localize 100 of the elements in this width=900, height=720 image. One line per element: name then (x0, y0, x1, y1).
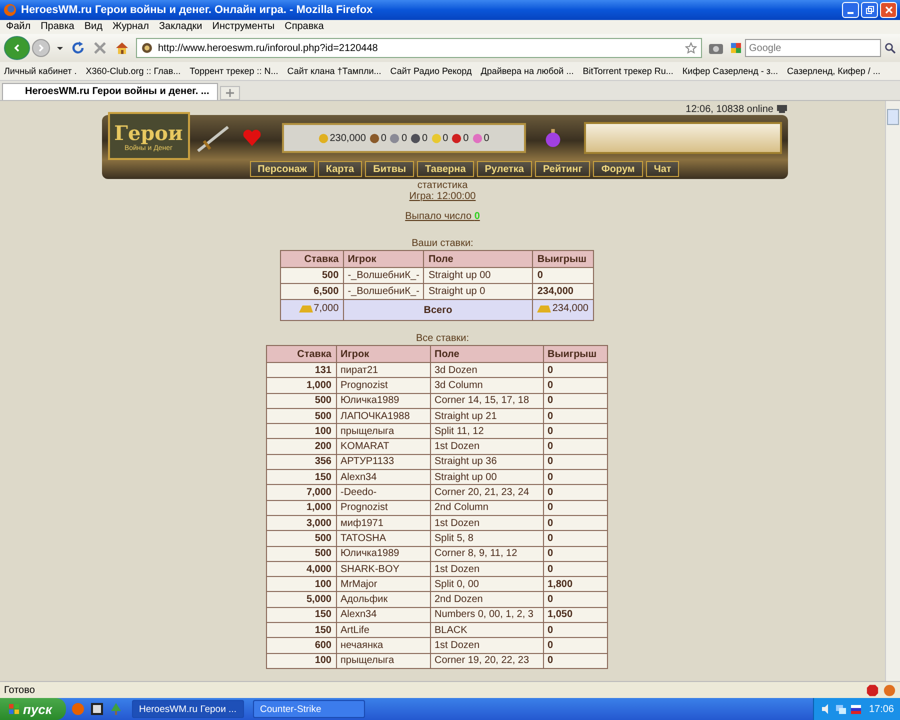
table-cell: прыщелыга (336, 653, 430, 668)
total-win: 234,000 (552, 303, 588, 314)
table-cell: 0 (543, 424, 607, 439)
table-cell: Alexn34 (336, 470, 430, 485)
table-caption: Все ставки: (416, 333, 470, 345)
menu-item[interactable]: Файл (6, 21, 31, 33)
resource-amount: 0 (401, 132, 408, 144)
table-cell: 7,000 (266, 484, 336, 500)
game-nav-button[interactable]: Рейтинг (534, 161, 590, 177)
game-nav-button[interactable]: Таверна (417, 161, 474, 177)
game-nav-button[interactable]: Чат (646, 161, 680, 177)
heart-icon (242, 129, 262, 147)
taskbar-button[interactable]: Counter-Strike (253, 700, 365, 718)
result-link[interactable]: Выпало число 0 (405, 211, 480, 222)
site-icon (141, 42, 153, 54)
maximize-button[interactable] (861, 2, 878, 18)
table-cell: Юличка1989 (336, 546, 430, 562)
menu-item[interactable]: Журнал (112, 21, 149, 33)
status-text: Готово (4, 684, 36, 696)
address-field[interactable]: http://www.heroeswm.ru/inforoul.php?id=2120448 (136, 38, 702, 58)
game-nav-button[interactable]: Рулетка (476, 161, 532, 177)
bookmark-item[interactable]: Личный кабинет . (4, 66, 77, 76)
bookmark-item[interactable]: Кифер Сазерленд - з... (682, 66, 778, 76)
table-cell: 4,000 (266, 561, 336, 577)
stop-sign-icon[interactable] (866, 684, 879, 696)
table-cell: MrMajor (336, 576, 430, 592)
bookmark-item[interactable]: BitTorrent трекер Ru... (582, 66, 674, 76)
bookmark-item[interactable]: Сайт Радио Рекорд (390, 66, 472, 76)
stop-icon[interactable] (92, 40, 108, 56)
game-nav-button[interactable]: Форум (593, 161, 643, 177)
game-time-link[interactable]: Игра: 12:00:00 (409, 191, 476, 202)
start-button[interactable]: пуск (0, 698, 66, 720)
restore-icon (864, 5, 874, 15)
star-icon[interactable] (685, 42, 697, 54)
table-cell: 3,000 (266, 515, 336, 531)
table-cell: 0 (543, 653, 607, 668)
column-header: Поле (424, 250, 533, 268)
search-field[interactable]: Google (745, 39, 881, 57)
table-cell: 500 (266, 408, 336, 424)
game-nav-button[interactable]: Персонаж (250, 161, 315, 177)
column-header: Поле (430, 346, 543, 362)
flag-icon[interactable] (850, 703, 862, 715)
table-cell: 0 (532, 268, 593, 284)
new-tab-button[interactable] (220, 86, 240, 100)
menu-item[interactable]: Правка (40, 21, 74, 33)
column-header: Ставка (280, 250, 344, 268)
table-cell: 500 (280, 268, 344, 284)
taskbar-button[interactable]: HeroesWM.ru Герои ... (132, 700, 244, 718)
table-cell: Адольфик (336, 592, 430, 608)
table-cell: 5,000 (266, 592, 336, 608)
window-icon[interactable] (90, 702, 104, 716)
column-header: Игрок (343, 250, 424, 268)
table-cell: SHARK-BOY (336, 561, 430, 577)
table-cell: 0 (543, 530, 607, 546)
table-cell: 0 (543, 362, 607, 378)
table-cell: 3d Dozen (430, 362, 543, 378)
bookmark-item[interactable]: Сайт клана †Тампли... (287, 66, 382, 76)
table-caption: Ваши ставки: (412, 238, 474, 250)
scrollbar[interactable] (885, 101, 900, 681)
table-cell: Юличка1989 (336, 393, 430, 408)
table-cell: 1st Dozen (430, 638, 543, 654)
bookmark-item[interactable]: Торрент трекер :: N... (190, 66, 278, 76)
column-header: Выигрыш (532, 250, 593, 268)
table-cell: Corner 8, 9, 11, 12 (430, 546, 543, 562)
back-button[interactable] (4, 36, 30, 60)
forward-button[interactable] (32, 39, 50, 57)
search-icon[interactable] (884, 42, 896, 54)
game-nav-button[interactable]: Битвы (365, 161, 414, 177)
bookmark-item[interactable]: Драйвера на любой ... (480, 66, 574, 76)
column-header: Игрок (336, 346, 430, 362)
table-cell: 1,050 (543, 607, 607, 623)
table-cell: 0 (543, 484, 607, 500)
table-cell: -Deedo- (336, 484, 430, 500)
bookmark-item[interactable]: Сазерленд, Кифер / ... (786, 66, 880, 76)
table-cell: 0 (543, 638, 607, 654)
resource-amount: 0 (463, 132, 469, 144)
close-button[interactable] (880, 2, 897, 18)
table-cell: Alexn34 (336, 607, 430, 623)
table-cell: 150 (266, 622, 336, 638)
scrollbar-thumb[interactable] (887, 109, 899, 125)
table-cell: 0 (543, 408, 607, 424)
reload-icon[interactable] (70, 40, 86, 56)
table-cell: Corner 19, 20, 22, 23 (430, 653, 543, 668)
home-icon[interactable] (114, 40, 130, 56)
minimize-button[interactable] (842, 2, 859, 18)
table-cell: прыщелыга (336, 424, 430, 439)
browser-tab[interactable]: HeroesWM.ru Герои войны и денег. ... (2, 83, 218, 100)
table-cell: 0 (543, 470, 607, 485)
table-cell: BLACK (430, 622, 543, 638)
bookmark-item[interactable]: X360-Club.org :: Глав... (86, 66, 181, 76)
menu-item[interactable]: Закладки (158, 21, 202, 33)
potion-icon (544, 128, 562, 148)
game-nav-button[interactable]: Карта (318, 161, 362, 177)
dropdown-icon[interactable] (56, 44, 64, 52)
table-cell: Split 11, 12 (430, 424, 543, 439)
table-cell: 1,000 (266, 378, 336, 394)
table-cell: 2nd Dozen (430, 592, 543, 608)
menu-item[interactable]: Инструменты (212, 21, 275, 33)
menu-item[interactable]: Вид (84, 21, 102, 33)
menu-item[interactable]: Справка (284, 21, 324, 33)
